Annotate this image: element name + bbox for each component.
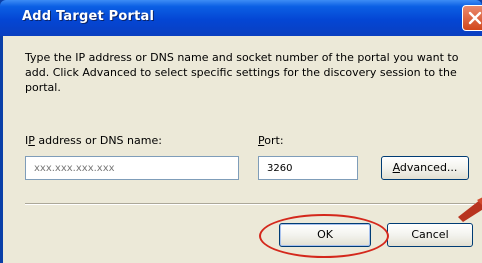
ip-address-input[interactable] — [25, 156, 239, 180]
dialog-title: Add Target Portal — [22, 9, 155, 24]
title-bar[interactable]: Add Target Portal — [0, 0, 482, 36]
annotation-arrow — [458, 197, 482, 222]
cancel-button[interactable]: Cancel — [387, 223, 473, 247]
port-input[interactable] — [258, 156, 358, 180]
ok-button[interactable]: OK — [279, 223, 371, 247]
port-label: Port: — [258, 134, 284, 147]
close-icon — [468, 11, 482, 25]
close-button[interactable] — [462, 5, 482, 31]
dialog-description: Type the IP address or DNS name and sock… — [25, 51, 459, 94]
separator-line — [25, 203, 475, 205]
advanced-button[interactable]: Advanced... — [381, 156, 469, 180]
dialog-client-area: Type the IP address or DNS name and sock… — [3, 36, 482, 263]
ip-address-label: IP address or DNS name: — [25, 134, 162, 147]
dialog-window: Add Target Portal Type the IP address or… — [0, 0, 482, 263]
